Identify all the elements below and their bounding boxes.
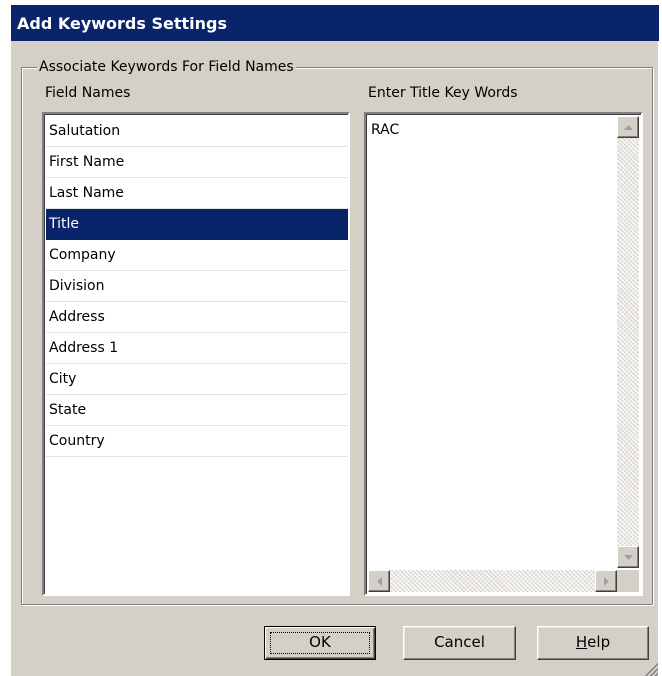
list-item-last-name[interactable]: Last Name <box>46 178 348 209</box>
list-item-company[interactable]: Company <box>46 240 348 271</box>
dialog-title: Add Keywords Settings <box>11 5 659 41</box>
scroll-left-button[interactable] <box>368 570 390 592</box>
keywords-text[interactable]: RAC <box>371 122 399 138</box>
list-item-state[interactable]: State <box>46 395 348 426</box>
list-item-first-name[interactable]: First Name <box>46 147 348 178</box>
scroll-right-button[interactable] <box>595 570 617 592</box>
cancel-button[interactable]: Cancel <box>403 626 516 660</box>
list-item-title[interactable]: Title <box>46 209 348 240</box>
scroll-up-button[interactable] <box>617 116 639 138</box>
list-item-salutation[interactable]: Salutation <box>46 116 348 147</box>
title-keywords-textarea[interactable]: RAC <box>364 112 643 596</box>
help-button-label: Help <box>576 633 610 651</box>
keywords-label: Enter Title Key Words <box>368 85 518 101</box>
arrow-down-icon <box>623 554 633 560</box>
resize-grip-icon[interactable] <box>644 662 658 676</box>
scrollbar-corner <box>617 570 639 592</box>
vertical-scrollbar[interactable] <box>617 116 639 568</box>
cancel-button-label: Cancel <box>434 633 485 651</box>
field-names-listbox[interactable]: Salutation First Name Last Name Title Co… <box>42 112 350 596</box>
arrow-right-icon <box>603 576 609 586</box>
list-item-country[interactable]: Country <box>46 426 348 457</box>
list-item-division[interactable]: Division <box>46 271 348 302</box>
help-mnemonic: H <box>575 633 588 651</box>
groupbox-legend: Associate Keywords For Field Names <box>37 59 296 75</box>
scroll-down-button[interactable] <box>617 546 639 568</box>
list-item-city[interactable]: City <box>46 364 348 395</box>
list-item-address[interactable]: Address <box>46 302 348 333</box>
help-label-rest: elp <box>587 633 611 651</box>
arrow-up-icon <box>623 124 633 130</box>
ok-button-label: OK <box>309 633 331 651</box>
ok-button[interactable]: OK <box>264 626 376 660</box>
horizontal-scrollbar[interactable] <box>368 570 617 592</box>
field-names-label: Field Names <box>45 85 131 101</box>
add-keywords-dialog: Add Keywords Settings Associate Keywords… <box>10 4 659 676</box>
help-button[interactable]: Help <box>537 626 649 660</box>
list-item-address-1[interactable]: Address 1 <box>46 333 348 364</box>
arrow-left-icon <box>376 576 382 586</box>
